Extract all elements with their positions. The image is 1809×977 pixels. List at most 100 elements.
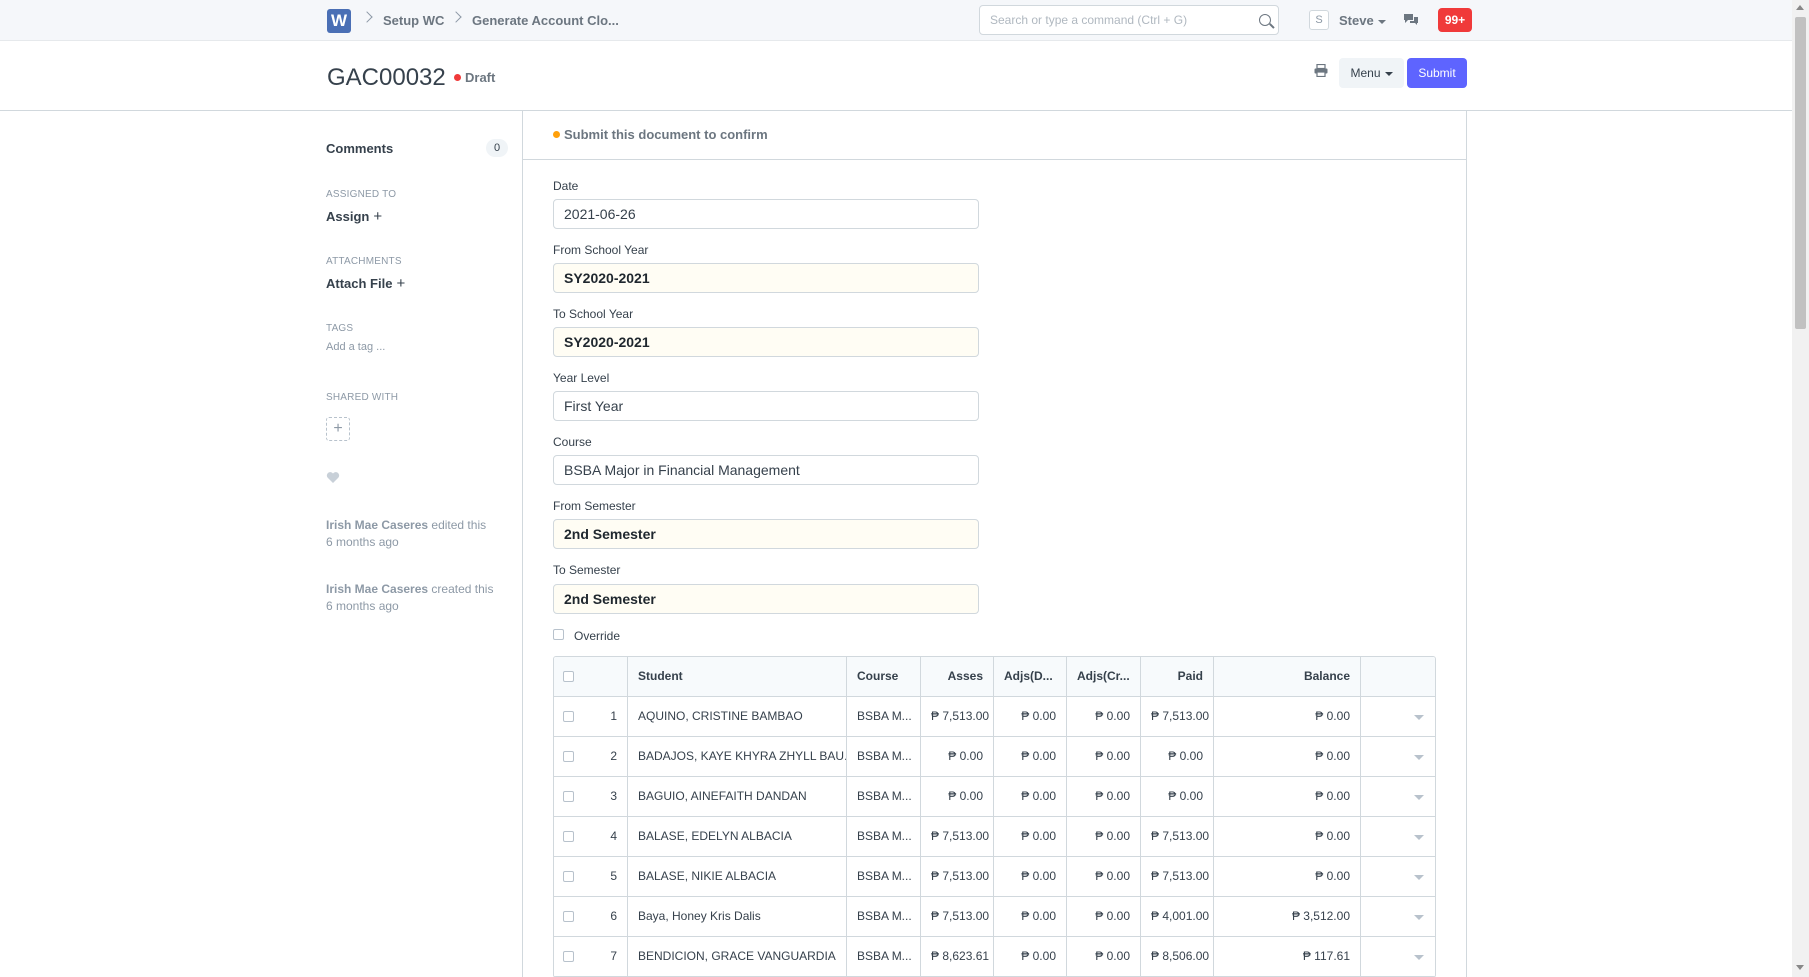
cell-asses[interactable]: ₱ 7,513.00: [921, 897, 994, 937]
row-expand-icon[interactable]: [1414, 875, 1424, 880]
cell-adjs-debit[interactable]: ₱ 0.00: [994, 817, 1067, 857]
cell-student[interactable]: BENDICION, GRACE VANGUARDIA: [628, 937, 847, 977]
submit-button[interactable]: Submit: [1407, 58, 1467, 88]
cell-adjs-debit[interactable]: ₱ 0.00: [994, 897, 1067, 937]
course-field[interactable]: BSBA Major in Financial Management: [553, 455, 979, 485]
cell-paid[interactable]: ₱ 0.00: [1141, 777, 1214, 817]
table-row[interactable]: 4 BALASE, EDELYN ALBACIA BSBA M... ₱ 7,513.…: [554, 817, 1435, 857]
row-index-cell[interactable]: 5: [554, 857, 628, 897]
cell-paid[interactable]: ₱ 0.00: [1141, 737, 1214, 777]
cell-adjs-debit[interactable]: ₱ 0.00: [994, 937, 1067, 977]
cell-course[interactable]: BSBA M...: [847, 937, 921, 977]
avatar[interactable]: S: [1309, 10, 1329, 30]
header-adjs-debit[interactable]: Adjs(D...: [994, 657, 1067, 697]
cell-adjs-credit[interactable]: ₱ 0.00: [1067, 937, 1141, 977]
cell-balance[interactable]: ₱ 0.00: [1214, 777, 1361, 817]
cell-adjs-credit[interactable]: ₱ 0.00: [1067, 697, 1141, 737]
row-checkbox[interactable]: [563, 751, 574, 762]
from-semester-field[interactable]: 2nd Semester: [553, 519, 979, 549]
row-index-cell[interactable]: 7: [554, 937, 628, 977]
row-checkbox[interactable]: [563, 951, 574, 962]
row-index-cell[interactable]: 4: [554, 817, 628, 857]
cell-adjs-credit[interactable]: ₱ 0.00: [1067, 857, 1141, 897]
menu-button[interactable]: Menu: [1339, 58, 1404, 88]
year-level-field[interactable]: First Year: [553, 391, 979, 421]
notifications-badge[interactable]: 99+: [1438, 8, 1472, 32]
date-field[interactable]: 2021-06-26: [553, 199, 979, 229]
row-index-cell[interactable]: 6: [554, 897, 628, 937]
override-checkbox[interactable]: [553, 629, 564, 640]
activity-user[interactable]: Irish Mae Caseres: [326, 582, 428, 596]
cell-course[interactable]: BSBA M...: [847, 817, 921, 857]
scrollbar-thumb[interactable]: [1795, 17, 1806, 329]
assign-button[interactable]: Assign +: [326, 208, 382, 225]
user-menu[interactable]: Steve: [1339, 13, 1386, 28]
add-tag-input[interactable]: Add a tag ...: [326, 341, 385, 353]
header-balance[interactable]: Balance: [1214, 657, 1361, 697]
cell-paid[interactable]: ₱ 7,513.00: [1141, 817, 1214, 857]
cell-balance[interactable]: ₱ 117.61: [1214, 937, 1361, 977]
select-all-checkbox[interactable]: [563, 671, 574, 682]
row-expand-icon[interactable]: [1414, 715, 1424, 720]
table-row[interactable]: 6 Baya, Honey Kris Dalis BSBA M... ₱ 7,513.…: [554, 897, 1435, 937]
cell-adjs-debit[interactable]: ₱ 0.00: [994, 857, 1067, 897]
row-checkbox[interactable]: [563, 871, 574, 882]
table-row[interactable]: 1 AQUINO, CRISTINE BAMBAO BSBA M... ₱ 7,513…: [554, 697, 1435, 737]
row-index-cell[interactable]: 2: [554, 737, 628, 777]
table-row[interactable]: 7 BENDICION, GRACE VANGUARDIA BSBA M... ₱ 8…: [554, 937, 1435, 977]
row-expand-icon[interactable]: [1414, 915, 1424, 920]
cell-course[interactable]: BSBA M...: [847, 697, 921, 737]
cell-balance[interactable]: ₱ 0.00: [1214, 737, 1361, 777]
scroll-down-arrow-icon[interactable]: [1796, 965, 1804, 970]
header-asses[interactable]: Asses: [921, 657, 994, 697]
cell-adjs-credit[interactable]: ₱ 0.00: [1067, 737, 1141, 777]
cell-student[interactable]: BAGUIO, AINEFAITH DANDAN: [628, 777, 847, 817]
row-checkbox[interactable]: [563, 791, 574, 802]
breadcrumb-setup-wc[interactable]: Setup WC: [383, 13, 444, 28]
cell-paid[interactable]: ₱ 4,001.00: [1141, 897, 1214, 937]
row-expand-icon[interactable]: [1414, 795, 1424, 800]
cell-asses[interactable]: ₱ 8,623.61: [921, 937, 994, 977]
cell-adjs-debit[interactable]: ₱ 0.00: [994, 777, 1067, 817]
cell-balance[interactable]: ₱ 0.00: [1214, 817, 1361, 857]
table-row[interactable]: 2 BADAJOS, KAYE KHYRA ZHYLL BAU... BSBA M.…: [554, 737, 1435, 777]
from-school-year-field[interactable]: SY2020-2021: [553, 263, 979, 293]
app-logo[interactable]: W: [327, 9, 351, 33]
cell-balance[interactable]: ₱ 0.00: [1214, 857, 1361, 897]
row-expand-icon[interactable]: [1414, 835, 1424, 840]
cell-paid[interactable]: ₱ 8,506.00: [1141, 937, 1214, 977]
cell-asses[interactable]: ₱ 7,513.00: [921, 817, 994, 857]
row-checkbox[interactable]: [563, 831, 574, 842]
cell-adjs-credit[interactable]: ₱ 0.00: [1067, 777, 1141, 817]
cell-adjs-credit[interactable]: ₱ 0.00: [1067, 817, 1141, 857]
cell-asses[interactable]: ₱ 7,513.00: [921, 697, 994, 737]
row-index-cell[interactable]: 1: [554, 697, 628, 737]
search-icon[interactable]: [1259, 14, 1271, 26]
chat-icon[interactable]: [1403, 13, 1419, 27]
cell-course[interactable]: BSBA M...: [847, 897, 921, 937]
cell-asses[interactable]: ₱ 7,513.00: [921, 857, 994, 897]
cell-student[interactable]: AQUINO, CRISTINE BAMBAO: [628, 697, 847, 737]
to-semester-field[interactable]: 2nd Semester: [553, 584, 979, 614]
header-paid[interactable]: Paid: [1141, 657, 1214, 697]
cell-paid[interactable]: ₱ 7,513.00: [1141, 697, 1214, 737]
attach-file-button[interactable]: Attach File +: [326, 275, 405, 292]
breadcrumb-current-doctype[interactable]: Generate Account Clo...: [472, 13, 619, 28]
print-icon[interactable]: [1314, 64, 1328, 77]
heart-icon[interactable]: [326, 471, 340, 484]
row-checkbox[interactable]: [563, 911, 574, 922]
cell-balance[interactable]: ₱ 0.00: [1214, 697, 1361, 737]
add-share-button[interactable]: +: [326, 417, 350, 441]
to-school-year-field[interactable]: SY2020-2021: [553, 327, 979, 357]
cell-student[interactable]: Baya, Honey Kris Dalis: [628, 897, 847, 937]
cell-course[interactable]: BSBA M...: [847, 737, 921, 777]
header-student[interactable]: Student: [628, 657, 847, 697]
table-row[interactable]: 3 BAGUIO, AINEFAITH DANDAN BSBA M... ₱ 0.00…: [554, 777, 1435, 817]
cell-course[interactable]: BSBA M...: [847, 777, 921, 817]
cell-student[interactable]: BALASE, NIKIE ALBACIA: [628, 857, 847, 897]
scroll-up-arrow-icon[interactable]: [1796, 5, 1804, 10]
cell-asses[interactable]: ₱ 0.00: [921, 737, 994, 777]
header-course[interactable]: Course: [847, 657, 921, 697]
header-adjs-credit[interactable]: Adjs(Cr...: [1067, 657, 1141, 697]
activity-user[interactable]: Irish Mae Caseres: [326, 518, 428, 532]
